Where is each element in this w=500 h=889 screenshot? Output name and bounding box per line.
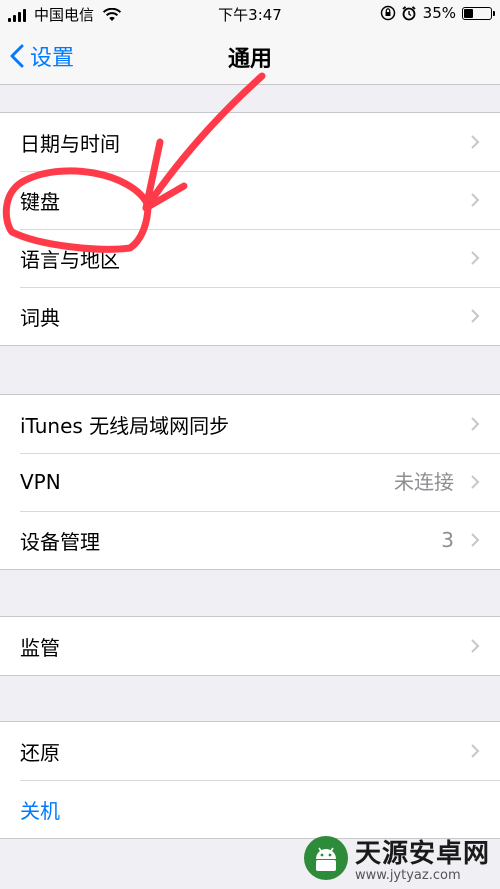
row-label: iTunes 无线局域网同步: [20, 413, 230, 438]
row-language-region[interactable]: 语言与地区: [0, 229, 500, 287]
chevron-right-icon: [471, 193, 480, 207]
nav-bar: 设置 通用: [0, 28, 500, 85]
settings-group-supervision: 监管: [0, 616, 500, 676]
device-count-value: 3: [441, 528, 454, 552]
page-title: 通用: [227, 47, 272, 72]
chevron-right-icon: [471, 309, 480, 323]
chevron-right-icon: [471, 533, 480, 547]
status-right: 35%: [380, 4, 495, 22]
watermark-name: 天源安卓网: [354, 839, 490, 869]
chevron-right-icon: [471, 744, 480, 758]
row-label: 日期与时间: [20, 131, 120, 156]
row-label: VPN: [20, 470, 61, 494]
battery-percent: 35%: [422, 4, 456, 22]
row-reset[interactable]: 还原: [0, 722, 500, 780]
row-label: 设备管理: [20, 529, 100, 554]
chevron-right-icon: [471, 639, 480, 653]
row-keyboard[interactable]: 键盘: [0, 171, 500, 229]
row-supervision[interactable]: 监管: [0, 617, 500, 675]
row-vpn[interactable]: VPN 未连接: [0, 453, 500, 511]
row-label: 监管: [20, 635, 60, 660]
row-label: 还原: [20, 740, 60, 765]
shutdown-button[interactable]: 关机: [0, 780, 500, 838]
orientation-lock-icon: [380, 5, 395, 21]
row-label: 词典: [20, 305, 60, 330]
row-label: 关机: [20, 798, 60, 823]
chevron-right-icon: [471, 475, 480, 489]
chevron-right-icon: [471, 135, 480, 149]
row-date-time[interactable]: 日期与时间: [0, 113, 500, 171]
watermark: 天源安卓网 www.jytyaz.com: [303, 833, 490, 883]
battery-fill: [464, 8, 473, 18]
row-device-management[interactable]: 设备管理 3: [0, 511, 500, 569]
settings-group-sync: iTunes 无线局域网同步 VPN 未连接 设备管理 3: [0, 394, 500, 570]
settings-group-reset: 还原 关机: [0, 721, 500, 839]
settings-group-general: 日期与时间 键盘 语言与地区 词典: [0, 112, 500, 346]
vpn-status-value: 未连接: [394, 470, 454, 494]
row-itunes-wifi-sync[interactable]: iTunes 无线局域网同步: [0, 395, 500, 453]
row-label: 键盘: [20, 189, 60, 214]
battery-icon: [462, 6, 495, 20]
chevron-right-icon: [471, 251, 480, 265]
row-label: 语言与地区: [20, 247, 120, 272]
status-bar: 中国电信 下午3:47 35%: [0, 0, 500, 28]
row-dictionary[interactable]: 词典: [0, 287, 500, 345]
alarm-icon: [402, 6, 416, 21]
android-logo-icon: [303, 836, 348, 880]
watermark-url: www.jytyaz.com: [354, 868, 461, 883]
chevron-right-icon: [471, 417, 480, 431]
